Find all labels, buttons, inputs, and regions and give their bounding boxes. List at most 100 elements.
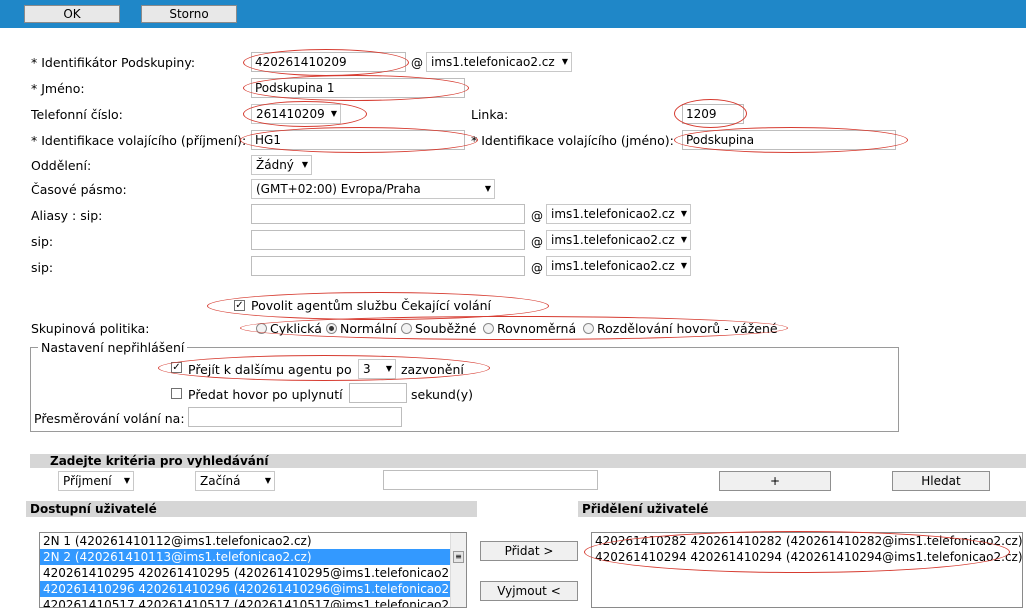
alias-domain-value: ims1.telefonicao2.cz <box>551 259 675 273</box>
rings-value: 3 <box>363 362 371 376</box>
policy-radio-uniform[interactable] <box>483 323 494 334</box>
name-input[interactable]: Podskupina 1 <box>251 78 465 98</box>
caller-first-label: * Identifikace volajícího (jméno): <box>471 133 674 148</box>
chevron-down-icon: ▼ <box>264 476 271 485</box>
department-select[interactable]: Žádný ▼ <box>251 155 312 175</box>
alias-label-1: Aliasy : sip: <box>31 208 103 223</box>
search-input[interactable] <box>383 470 598 490</box>
name-label: * Jméno: <box>31 81 85 96</box>
department-label: Oddělení: <box>31 158 92 173</box>
list-item[interactable]: 420261410517 420261410517 (420261410517@… <box>40 597 466 607</box>
toolbar: OK Storno <box>0 0 1026 28</box>
noanswer-legend: Nastavení nepřihlášení <box>38 340 188 355</box>
rings-select[interactable]: 3 ▼ <box>358 359 396 379</box>
search-button[interactable]: Hledat <box>892 471 990 491</box>
chevron-down-icon: ▼ <box>301 160 308 169</box>
checkmark-icon: ✓ <box>172 362 181 373</box>
chevron-down-icon: ▼ <box>561 57 568 66</box>
policy-option-label: Souběžné <box>415 321 477 336</box>
forward-after-checkbox[interactable] <box>171 388 182 399</box>
caller-last-label: * Identifikace volajícího (příjmení): <box>31 133 247 148</box>
timezone-select[interactable]: (GMT+02:00) Evropa/Praha ▼ <box>251 179 495 199</box>
forward-after-label: Předat hovor po uplynutí <box>188 387 343 402</box>
at-sign: @ <box>411 56 423 70</box>
chevron-down-icon: ▼ <box>680 261 687 270</box>
chevron-down-icon: ▼ <box>680 235 687 244</box>
search-header: Zadejte kritéria pro vyhledávání <box>30 454 1026 468</box>
alias-input-2[interactable] <box>251 230 525 250</box>
policy-radio-normal[interactable] <box>326 323 337 334</box>
caller-first-input[interactable]: Podskupina <box>682 130 896 150</box>
timezone-label: Časové pásmo: <box>31 182 127 197</box>
list-item[interactable]: 420261410282 420261410282 (420261410282@… <box>592 533 1022 549</box>
alias-domain-value: ims1.telefonicao2.cz <box>551 207 675 221</box>
subgroup-domain-select[interactable]: ims1.telefonicao2.cz ▼ <box>426 52 572 72</box>
list-item[interactable]: 2N 2 (420261410113@ims1.telefonicao2.cz) <box>40 549 466 565</box>
policy-radio-weighted[interactable] <box>583 323 594 334</box>
alias-input-3[interactable] <box>251 256 525 276</box>
rings-label: zazvonění <box>401 362 464 377</box>
policy-radio-cyclic[interactable] <box>256 323 267 334</box>
scroll-thumb-icon[interactable]: ≡ <box>453 551 464 563</box>
checkmark-icon: ✓ <box>235 300 244 311</box>
search-mode-value: Začíná <box>200 474 241 488</box>
list-item[interactable]: 420261410295 420261410295 (420261410295@… <box>40 565 466 581</box>
phone-select[interactable]: 261410209 ▼ <box>251 104 341 124</box>
next-agent-checkbox[interactable]: ✓ <box>171 362 182 373</box>
available-users-header: Dostupní uživatelé <box>26 501 477 517</box>
alias-input-1[interactable] <box>251 204 525 224</box>
line-input[interactable]: 1209 <box>682 104 744 124</box>
phone-label: Telefonní číslo: <box>31 107 123 122</box>
policy-option-label: Cyklická <box>270 321 322 336</box>
policy-label: Skupinová politika: <box>31 321 150 336</box>
subgroup-domain-value: ims1.telefonicao2.cz <box>431 55 555 69</box>
caller-last-input[interactable]: HG1 <box>251 130 465 150</box>
chevron-down-icon: ▼ <box>680 209 687 218</box>
assigned-users-header: Přidělení uživatelé <box>578 501 1026 517</box>
timezone-value: (GMT+02:00) Evropa/Praha <box>256 182 421 196</box>
chevron-down-icon: ▼ <box>484 184 491 193</box>
list-item[interactable]: 2N 1 (420261410112@ims1.telefonicao2.cz) <box>40 533 466 549</box>
line-label: Linka: <box>471 107 509 122</box>
seconds-label: sekund(y) <box>411 387 473 402</box>
forward-seconds-input[interactable] <box>349 383 407 403</box>
redirect-label: Přesměrování volání na: <box>34 411 185 426</box>
alias-domain-value: ims1.telefonicao2.cz <box>551 233 675 247</box>
search-field-value: Příjmení <box>63 474 112 488</box>
at-sign: @ <box>531 261 543 275</box>
alias-domain-select-1[interactable]: ims1.telefonicao2.cz ▼ <box>546 204 691 224</box>
scrollbar[interactable]: ≡ <box>450 533 466 607</box>
list-item[interactable]: 420261410294 420261410294 (420261410294@… <box>592 549 1022 565</box>
policy-option-label: Rozdělování hovorů - vážené <box>597 321 778 336</box>
remove-user-button[interactable]: Vyjmout < <box>480 581 578 601</box>
policy-option-label: Normální <box>340 321 397 336</box>
alias-domain-select-2[interactable]: ims1.telefonicao2.cz ▼ <box>546 230 691 250</box>
chevron-down-icon: ▼ <box>385 364 392 373</box>
available-users-list[interactable]: 2N 1 (420261410112@ims1.telefonicao2.cz)… <box>39 532 467 608</box>
subgroup-id-input[interactable]: 420261410209 <box>251 52 406 72</box>
alias-domain-select-3[interactable]: ims1.telefonicao2.cz ▼ <box>546 256 691 276</box>
phone-value: 261410209 <box>256 107 325 121</box>
next-agent-label: Přejít k dalšímu agentu po <box>188 362 352 377</box>
chevron-down-icon: ▼ <box>123 476 130 485</box>
policy-radio-simultaneous[interactable] <box>401 323 412 334</box>
cancel-button[interactable]: Storno <box>141 5 237 23</box>
add-criteria-button[interactable]: + <box>719 471 831 491</box>
call-waiting-label: Povolit agentům službu Čekající volání <box>251 298 492 313</box>
redirect-input[interactable] <box>188 407 402 427</box>
add-user-button[interactable]: Přidat > <box>480 541 578 561</box>
assigned-users-list[interactable]: 420261410282 420261410282 (420261410282@… <box>591 532 1023 608</box>
search-mode-select[interactable]: Začíná ▼ <box>195 471 275 491</box>
call-waiting-checkbox[interactable]: ✓ <box>234 300 245 311</box>
alias-label-3: sip: <box>31 260 54 275</box>
at-sign: @ <box>531 209 543 223</box>
ok-button[interactable]: OK <box>24 5 120 23</box>
chevron-down-icon: ▼ <box>330 109 337 118</box>
at-sign: @ <box>531 235 543 249</box>
alias-label-2: sip: <box>31 234 54 249</box>
subgroup-id-label: * Identifikátor Podskupiny: <box>31 55 196 70</box>
department-value: Žádný <box>256 158 294 172</box>
search-field-select[interactable]: Příjmení ▼ <box>58 471 134 491</box>
policy-option-label: Rovnoměrná <box>497 321 577 336</box>
list-item[interactable]: 420261410296 420261410296 (420261410296@… <box>40 581 466 597</box>
